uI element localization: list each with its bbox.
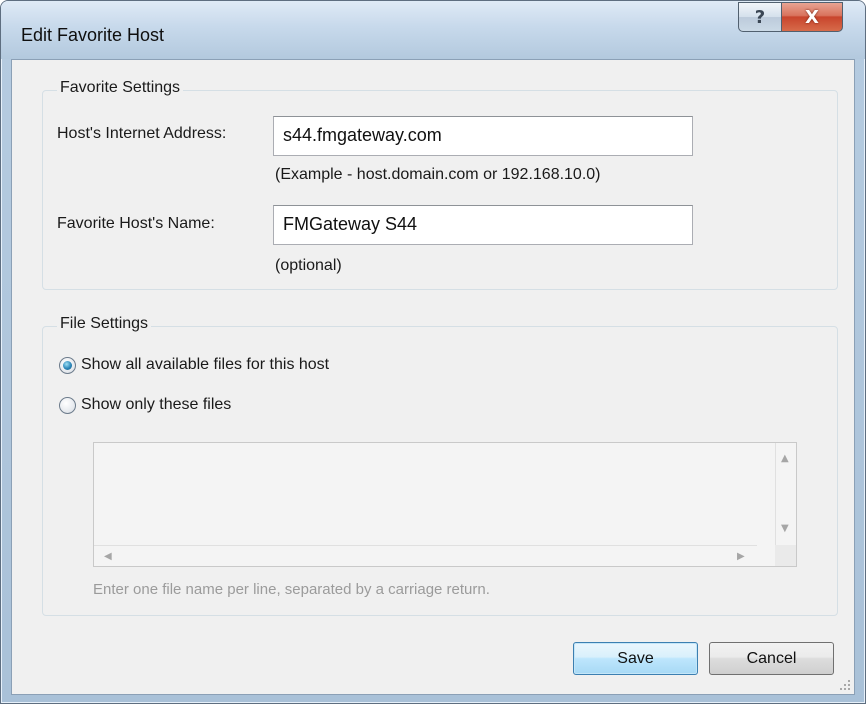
scroll-left-arrow-icon[interactable]: ◀ — [104, 551, 112, 562]
scroll-down-arrow-icon[interactable]: ▼ — [781, 523, 789, 534]
host-address-value: s44.fmgateway.com — [283, 125, 442, 145]
radio-show-only-files[interactable]: Show only these files — [59, 396, 231, 414]
file-list-textarea[interactable]: ▲ ▼ ◀ ▶ — [93, 442, 797, 567]
favorite-settings-group: Favorite Settings Host's Internet Addres… — [42, 79, 838, 290]
host-name-value: FMGateway S44 — [283, 214, 418, 234]
dialog-body: Favorite Settings Host's Internet Addres… — [11, 59, 855, 695]
host-name-label: Favorite Host's Name: — [57, 215, 215, 232]
vertical-scrollbar[interactable]: ▲ ▼ — [775, 443, 796, 546]
radio-show-all-files[interactable]: Show all available files for this host — [59, 356, 329, 374]
radio-show-only-files-label[interactable]: Show only these files — [81, 396, 231, 414]
host-address-hint: (Example - host.domain.com or 192.168.10… — [275, 166, 601, 183]
save-button[interactable]: Save — [573, 642, 698, 675]
title-bar[interactable]: Edit Favorite Host ? X — [1, 1, 865, 59]
host-name-input[interactable]: FMGateway S44 — [273, 205, 693, 245]
close-button[interactable]: X — [781, 2, 843, 32]
help-icon: ? — [754, 6, 766, 28]
file-settings-legend: File Settings — [57, 315, 152, 333]
scroll-right-arrow-icon[interactable]: ▶ — [737, 551, 745, 562]
resize-grip-icon[interactable] — [839, 679, 851, 691]
cancel-button[interactable]: Cancel — [709, 642, 834, 675]
dialog-window: Edit Favorite Host ? X Favorite Settings… — [0, 0, 866, 704]
host-address-input[interactable]: s44.fmgateway.com — [273, 116, 693, 156]
radio-selected-indicator — [63, 360, 72, 370]
horizontal-scrollbar[interactable]: ◀ ▶ — [94, 545, 757, 566]
save-button-label: Save — [617, 649, 654, 667]
host-name-hint: (optional) — [275, 257, 342, 274]
scrollbar-corner — [775, 545, 796, 566]
host-address-label: Host's Internet Address: — [57, 125, 227, 142]
help-button[interactable]: ? — [738, 2, 782, 32]
file-list-hint: Enter one file name per line, separated … — [93, 581, 490, 598]
window-title: Edit Favorite Host — [21, 25, 165, 45]
file-settings-group: File Settings Show all available files f… — [42, 315, 838, 616]
scroll-up-arrow-icon[interactable]: ▲ — [781, 453, 789, 464]
radio-show-only-files-control[interactable] — [59, 396, 76, 414]
cancel-button-label: Cancel — [746, 649, 797, 667]
favorite-settings-legend: Favorite Settings — [57, 79, 184, 97]
radio-show-all-files-label[interactable]: Show all available files for this host — [81, 356, 329, 374]
radio-show-all-files-control[interactable] — [59, 356, 76, 374]
close-icon: X — [805, 6, 819, 28]
